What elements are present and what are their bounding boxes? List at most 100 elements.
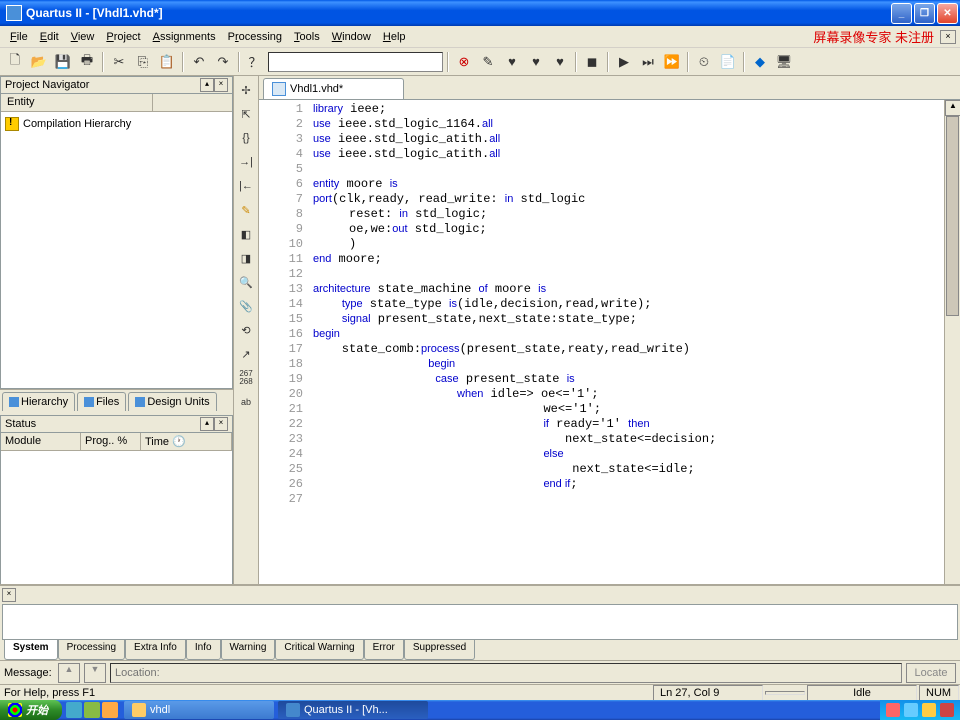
select-icon[interactable]: ⇱: [236, 104, 256, 124]
clip-icon[interactable]: 📎: [236, 296, 256, 316]
ab-icon[interactable]: ab: [236, 392, 256, 412]
tab-files[interactable]: Files: [77, 392, 126, 411]
scroll-up-icon[interactable]: ▲: [945, 100, 960, 116]
programmer-icon[interactable]: 🖥: [773, 51, 795, 73]
minimize-button[interactable]: _: [891, 3, 912, 24]
brace-icon[interactable]: {}: [236, 128, 256, 148]
nav-pin-icon[interactable]: ▴: [200, 78, 214, 92]
line-gutter: 1234567891011121314151617181920212223242…: [259, 100, 309, 628]
status-close-icon[interactable]: ×: [214, 417, 228, 431]
tray-icon-3[interactable]: [922, 703, 936, 717]
media-icon[interactable]: [102, 702, 118, 718]
msg-next-button[interactable]: ▼: [84, 663, 106, 683]
new-icon[interactable]: 🗋: [4, 51, 26, 73]
heart2-icon[interactable]: ♥: [525, 51, 547, 73]
tray-icon-2[interactable]: [904, 703, 918, 717]
task-vhdl[interactable]: vhdl: [124, 701, 274, 719]
goto-icon[interactable]: ↗: [236, 344, 256, 364]
task-quartus[interactable]: Quartus II - [Vh...: [278, 701, 428, 719]
hierarchy-icon: [9, 397, 19, 407]
mdi-close-button[interactable]: ×: [940, 30, 956, 44]
tab-processing[interactable]: Processing: [58, 640, 125, 660]
project-combo[interactable]: [268, 52, 443, 72]
redo-icon[interactable]: ↷: [212, 51, 234, 73]
undo-icon[interactable]: ↶: [188, 51, 210, 73]
tool-icon[interactable]: ✎: [477, 51, 499, 73]
tab-suppressed[interactable]: Suppressed: [404, 640, 475, 660]
entity-column[interactable]: Entity: [1, 94, 153, 111]
play-icon[interactable]: ▶: [613, 51, 635, 73]
report-icon[interactable]: 📄: [717, 51, 739, 73]
tray-icon-4[interactable]: [940, 703, 954, 717]
prog-column[interactable]: Prog.. %: [81, 433, 141, 450]
timing-icon[interactable]: ⏲: [693, 51, 715, 73]
project-nav-title: Project Navigator ▴×: [0, 76, 233, 94]
msg-close-icon[interactable]: ×: [2, 588, 16, 602]
tray-icon-1[interactable]: [886, 703, 900, 717]
tab-error[interactable]: Error: [364, 640, 404, 660]
line-count: 267 268: [236, 368, 256, 388]
menu-window[interactable]: Window: [326, 29, 377, 45]
bookmark-icon[interactable]: ◧: [236, 224, 256, 244]
start-button[interactable]: 开始: [0, 700, 62, 720]
tab-info[interactable]: Info: [186, 640, 221, 660]
print-icon[interactable]: 🖶: [76, 51, 98, 73]
skip-icon[interactable]: ⏩: [661, 51, 683, 73]
tab-extra-info[interactable]: Extra Info: [125, 640, 186, 660]
save-icon[interactable]: 💾: [52, 51, 74, 73]
quartus-icon: [286, 703, 300, 717]
menu-project[interactable]: Project: [100, 29, 146, 45]
menu-file[interactable]: File: [4, 29, 34, 45]
chip-icon[interactable]: ◆: [749, 51, 771, 73]
cut-icon[interactable]: ✂: [108, 51, 130, 73]
ie-icon[interactable]: [66, 702, 82, 718]
heart3-icon[interactable]: ♥: [549, 51, 571, 73]
tab-hierarchy[interactable]: Hierarchy: [2, 392, 75, 411]
tab-system[interactable]: System: [4, 640, 58, 660]
vscrollbar[interactable]: ▲ ▼: [944, 100, 960, 628]
close-button[interactable]: ✕: [937, 3, 958, 24]
vscroll-thumb[interactable]: [946, 116, 959, 316]
step-icon[interactable]: ⏭: [637, 51, 659, 73]
copy-icon[interactable]: ⎘: [132, 51, 154, 73]
tab-warning[interactable]: Warning: [221, 640, 276, 660]
highlight-icon[interactable]: ✎: [236, 200, 256, 220]
tab-design-units[interactable]: Design Units: [128, 392, 216, 411]
paste-icon[interactable]: 📋: [156, 51, 178, 73]
menu-processing[interactable]: Processing: [222, 29, 288, 45]
system-tray[interactable]: [880, 700, 960, 720]
menu-help[interactable]: Help: [377, 29, 412, 45]
menu-tools[interactable]: Tools: [288, 29, 326, 45]
tab-critical-warning[interactable]: Critical Warning: [275, 640, 363, 660]
bookmark2-icon[interactable]: ◨: [236, 248, 256, 268]
open-icon[interactable]: 📂: [28, 51, 50, 73]
menu-assignments[interactable]: Assignments: [147, 29, 222, 45]
folder-icon: [132, 703, 146, 717]
ie2-icon[interactable]: [84, 702, 100, 718]
stop-icon[interactable]: ⊗: [453, 51, 475, 73]
menu-view[interactable]: View: [65, 29, 101, 45]
location-field[interactable]: [110, 663, 902, 683]
find-icon[interactable]: 🔍: [236, 272, 256, 292]
msg-prev-button[interactable]: ▲: [58, 663, 80, 683]
nav-close-icon[interactable]: ×: [214, 78, 228, 92]
locate-button[interactable]: Locate: [906, 663, 956, 683]
replace-icon[interactable]: ⟲: [236, 320, 256, 340]
module-column[interactable]: Module: [1, 433, 81, 450]
stop2-icon[interactable]: ◼: [581, 51, 603, 73]
statusbar: For Help, press F1 Ln 27, Col 9 Idle NUM: [0, 684, 960, 700]
menu-edit[interactable]: Edit: [34, 29, 65, 45]
editor-tab-vhdl1[interactable]: Vhdl1.vhd*: [263, 78, 404, 99]
maximize-button[interactable]: ❐: [914, 3, 935, 24]
toolbar: 🗋 📂 💾 🖶 ✂ ⎘ 📋 ↶ ↷ ？ ⊗ ✎ ♥ ♥ ♥ ◼ ▶ ⏭ ⏩ ⏲ …: [0, 48, 960, 76]
help-cursor-icon[interactable]: ？: [244, 51, 266, 73]
message-list[interactable]: [2, 604, 958, 640]
cursor-icon[interactable]: ✢: [236, 80, 256, 100]
tree-item-compilation[interactable]: Compilation Hierarchy: [5, 116, 228, 132]
heart1-icon[interactable]: ♥: [501, 51, 523, 73]
code-area[interactable]: library ieee; use ieee.std_logic_1164.al…: [309, 100, 960, 628]
time-column[interactable]: Time 🕐: [141, 433, 232, 450]
outdent-icon[interactable]: |←: [236, 176, 256, 196]
status-pin-icon[interactable]: ▴: [200, 417, 214, 431]
indent-icon[interactable]: →|: [236, 152, 256, 172]
